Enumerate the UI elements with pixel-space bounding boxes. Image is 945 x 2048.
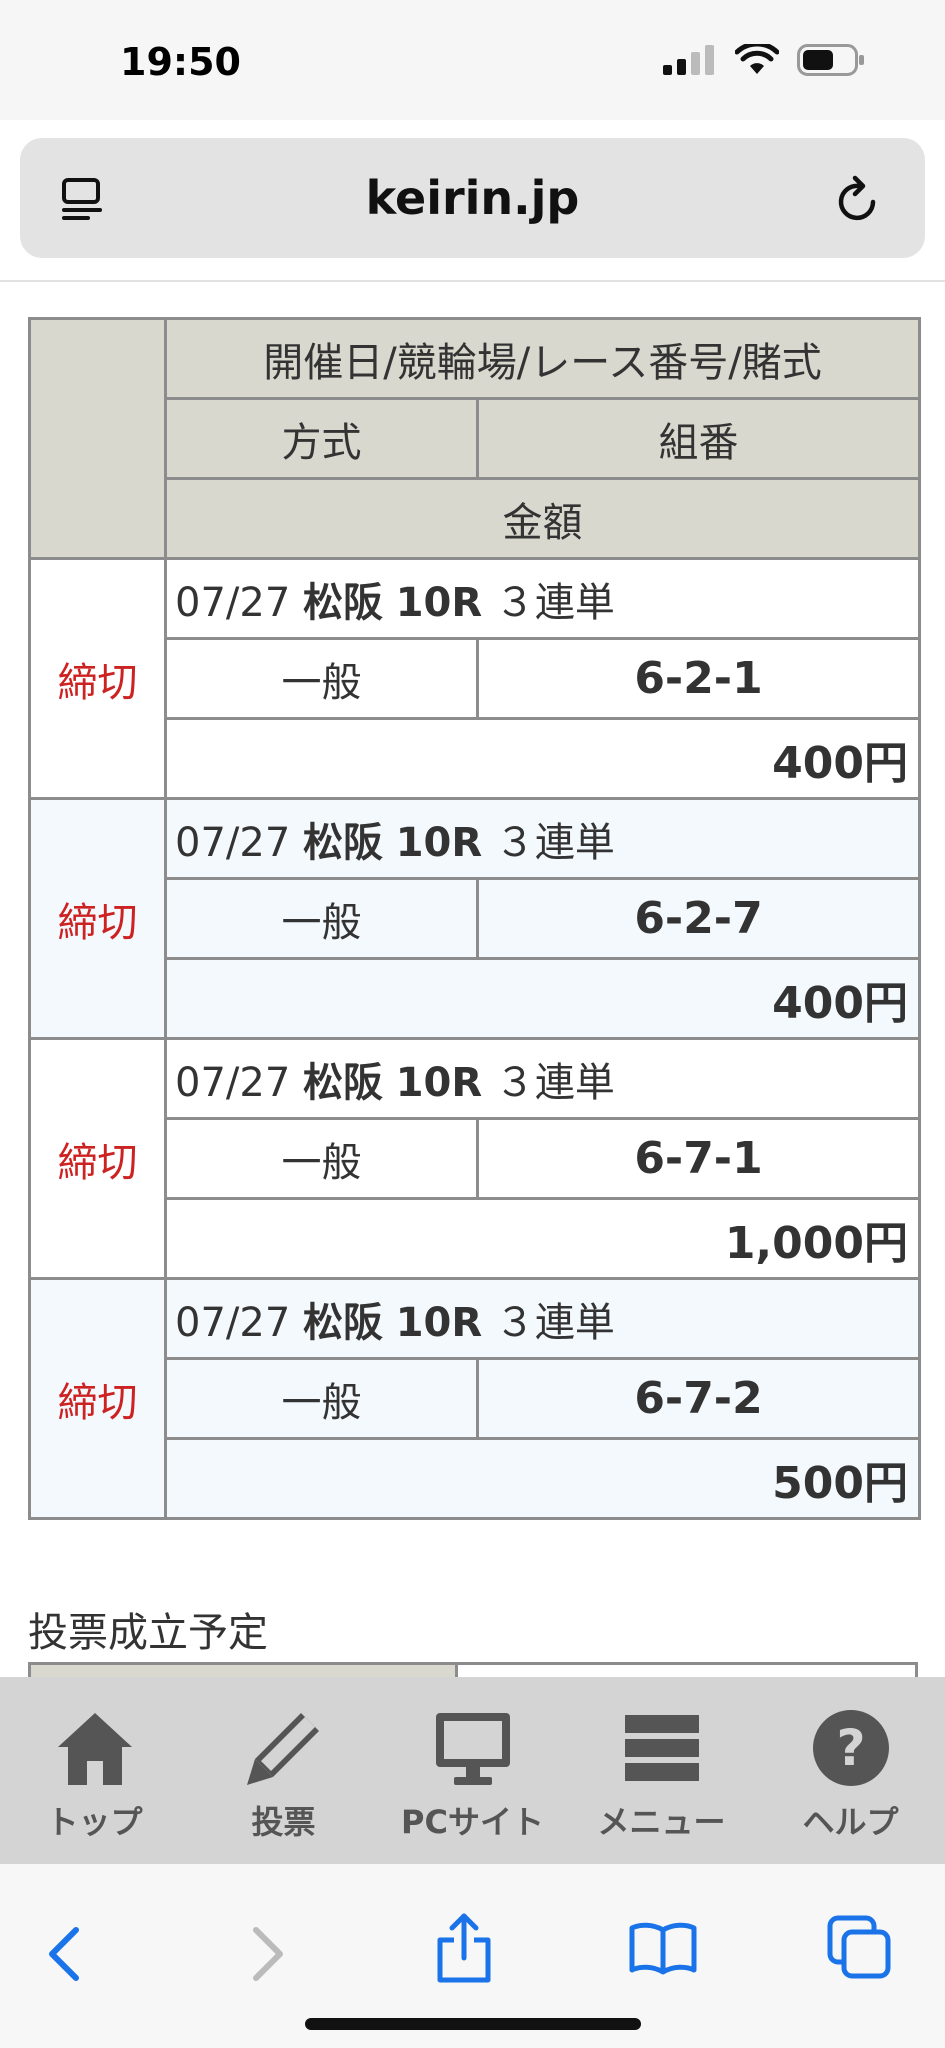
- menu-icon: [624, 1715, 699, 1781]
- bet-amount: 1,000円: [164, 1197, 921, 1280]
- tab-top[interactable]: トップ: [0, 1677, 189, 1864]
- bet-method: 一般: [164, 877, 479, 960]
- race-venue: 松阪: [303, 579, 383, 626]
- site-tab-bar: トップ 投票 PCサイト メニュー ? ヘルプ: [0, 1677, 945, 1864]
- bet-method: 一般: [164, 1357, 479, 1440]
- signal-icon: [663, 45, 714, 75]
- section-title: 投票成立予定: [28, 1610, 268, 1656]
- table-row: 締切 07/27 松阪 10R ３連単: [28, 557, 921, 800]
- help-icon: ?: [812, 1710, 889, 1786]
- status-badge: 締切: [28, 1037, 167, 1280]
- monitor-icon: [435, 1713, 510, 1785]
- address-bar[interactable]: keirin.jp: [20, 138, 925, 258]
- race-date: 07/27: [175, 1299, 291, 1346]
- back-icon[interactable]: [44, 1924, 84, 1984]
- bet-method: 一般: [164, 1117, 479, 1200]
- bet-type: ３連単: [494, 819, 615, 866]
- race-number: 10R: [395, 579, 483, 626]
- tab-label: トップ: [46, 1803, 143, 1841]
- status-icons: [663, 44, 865, 76]
- race-number: 10R: [395, 819, 483, 866]
- svg-text:?: ?: [836, 1719, 865, 1777]
- browser-toolbar: [0, 1864, 945, 2048]
- tab-label: ヘルプ: [802, 1803, 899, 1841]
- pencil-icon: [246, 1713, 319, 1785]
- bet-combo: 6-2-7: [476, 877, 921, 960]
- race-info: 07/27 松阪 10R ３連単: [164, 797, 921, 880]
- bet-amount: 400円: [164, 957, 921, 1040]
- tab-pc-site[interactable]: PCサイト: [378, 1677, 567, 1864]
- table-row: 締切 07/27 松阪 10R ３連単: [28, 797, 921, 1040]
- race-number: 10R: [395, 1299, 483, 1346]
- status-badge: 締切: [28, 557, 167, 800]
- tab-menu[interactable]: メニュー: [567, 1677, 756, 1864]
- reload-icon[interactable]: [835, 174, 881, 224]
- status-badge: 締切: [28, 797, 167, 1040]
- bet-amount: 400円: [164, 717, 921, 800]
- tab-vote[interactable]: 投票: [189, 1677, 378, 1864]
- header-race-info: 開催日/競輪場/レース番号/賭式: [164, 317, 921, 400]
- table-row: 締切 07/27 松阪 10R ３連単: [28, 1037, 921, 1280]
- battery-icon: [797, 44, 864, 76]
- bet-type: ３連単: [494, 1299, 615, 1346]
- url-text[interactable]: keirin.jp: [20, 171, 925, 225]
- tab-help[interactable]: ? ヘルプ: [756, 1677, 945, 1864]
- table-row: 締切 07/27 松阪 10R ３連単: [28, 1277, 921, 1520]
- header-blank-cell: [28, 317, 167, 560]
- race-date: 07/27: [175, 1059, 291, 1106]
- race-info: 07/27 松阪 10R ３連単: [164, 557, 921, 640]
- wifi-icon: [735, 44, 779, 74]
- bet-method: 一般: [164, 637, 479, 720]
- bet-combo: 6-7-2: [476, 1357, 921, 1440]
- race-venue: 松阪: [303, 1059, 383, 1106]
- bet-amount: 500円: [164, 1437, 921, 1520]
- status-bar: 19:50: [0, 0, 945, 120]
- race-info: 07/27 松阪 10R ３連単: [164, 1277, 921, 1360]
- tab-label: PCサイト: [401, 1803, 544, 1841]
- race-venue: 松阪: [303, 819, 383, 866]
- page-content: 開催日/競輪場/レース番号/賭式 方式 組番 金額 締切 07/27 松阪 10…: [0, 282, 945, 1677]
- tab-label: 投票: [251, 1803, 316, 1841]
- race-number: 10R: [395, 1059, 483, 1106]
- race-date: 07/27: [175, 819, 291, 866]
- forward-icon[interactable]: [248, 1924, 288, 1984]
- race-date: 07/27: [175, 579, 291, 626]
- bookmarks-icon[interactable]: [628, 1920, 698, 1976]
- share-icon[interactable]: [434, 1912, 494, 1984]
- tab-label: メニュー: [597, 1803, 726, 1841]
- header-combo: 組番: [476, 397, 921, 480]
- race-info: 07/27 松阪 10R ３連単: [164, 1037, 921, 1120]
- home-indicator: [305, 2018, 641, 2030]
- bet-combo: 6-2-1: [476, 637, 921, 720]
- bet-type: ３連単: [494, 579, 615, 626]
- header-method: 方式: [164, 397, 479, 480]
- tabs-icon[interactable]: [826, 1914, 892, 1980]
- bet-type: ３連単: [494, 1059, 615, 1106]
- race-venue: 松阪: [303, 1299, 383, 1346]
- status-badge: 締切: [28, 1277, 167, 1520]
- home-icon: [57, 1713, 132, 1785]
- next-table-top: [28, 1662, 918, 1677]
- bet-combo: 6-7-1: [476, 1117, 921, 1200]
- status-time: 19:50: [120, 40, 241, 84]
- header-amount: 金額: [164, 477, 921, 560]
- bet-table: 開催日/競輪場/レース番号/賭式 方式 組番 金額 締切 07/27 松阪 10…: [28, 317, 921, 1520]
